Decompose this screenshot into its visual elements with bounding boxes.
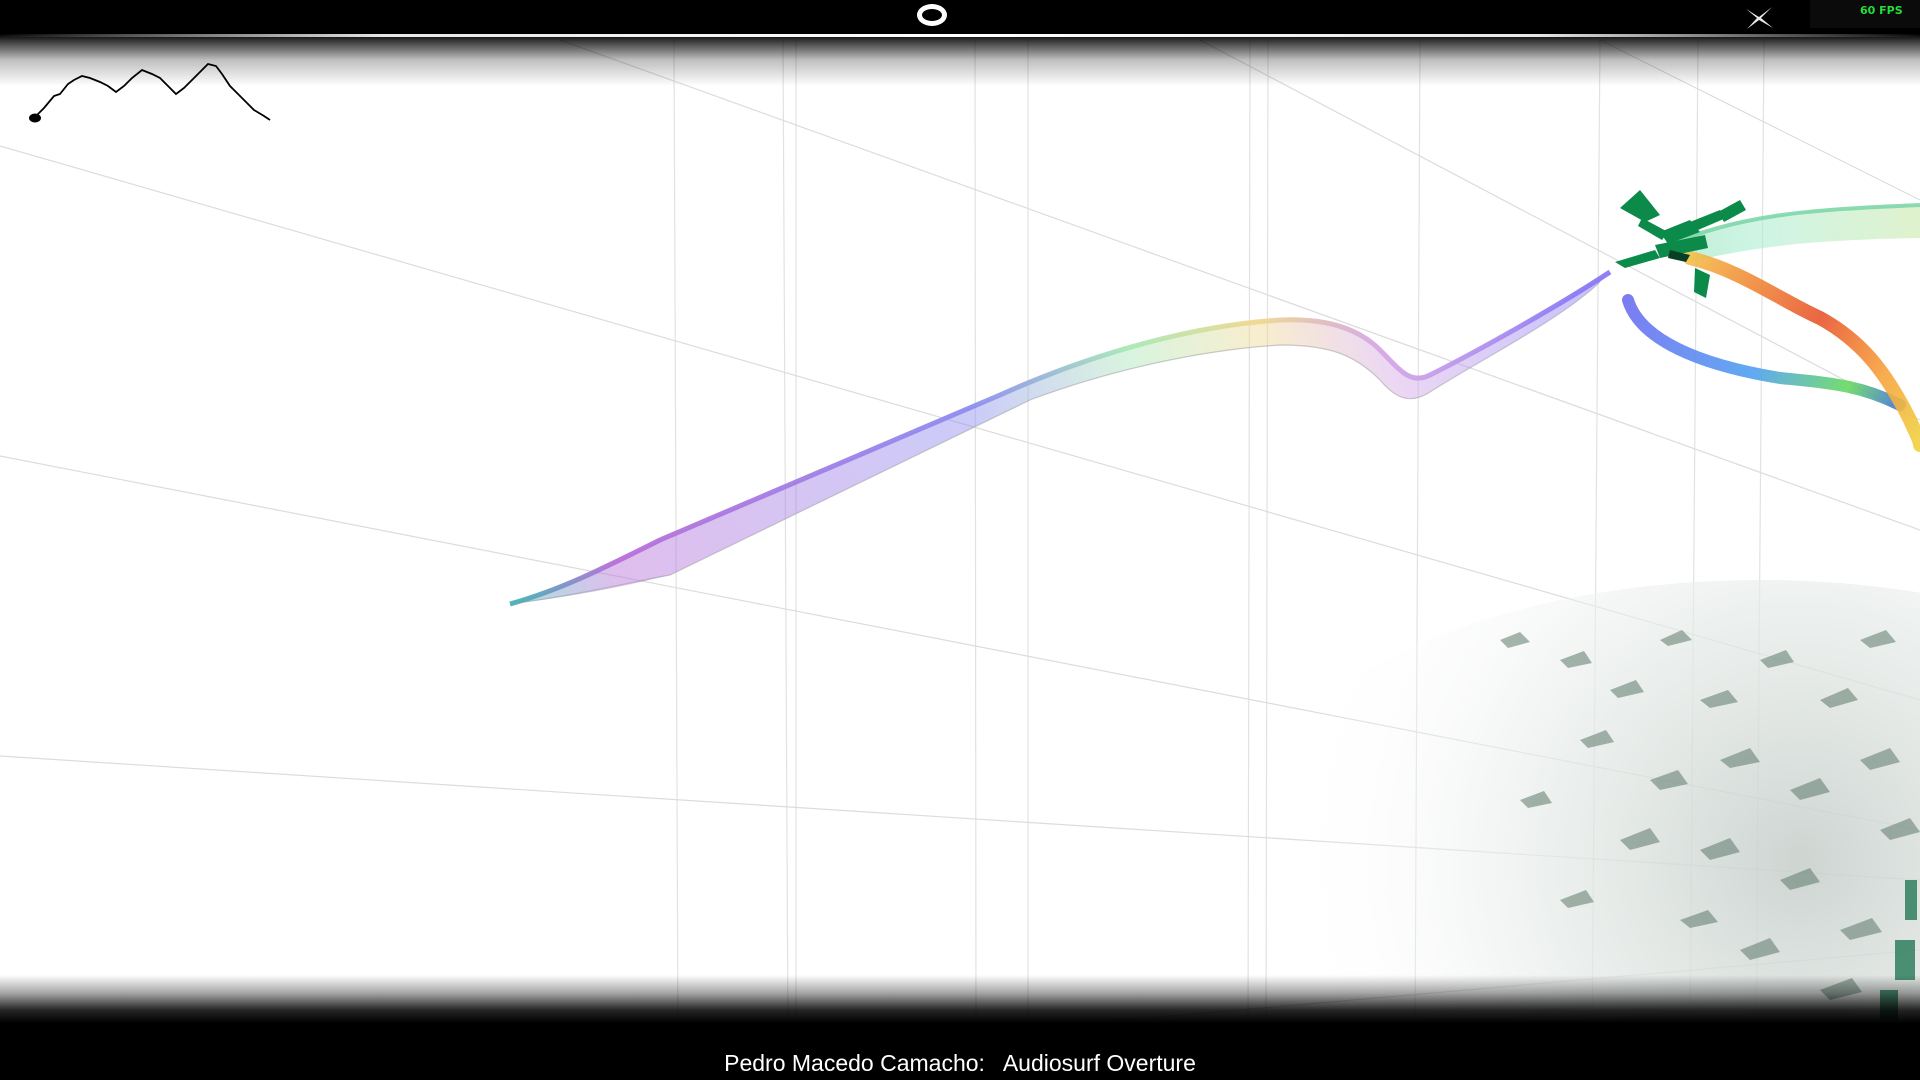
top-hud-divider	[0, 34, 1920, 37]
player-position-marker	[29, 113, 41, 123]
x-icon[interactable]	[1744, 6, 1774, 30]
song-separator	[985, 1050, 1003, 1076]
now-playing: Pedro Macedo Camacho: Audiosurf Overture	[0, 1050, 1920, 1077]
song-artist: Pedro Macedo Camacho:	[724, 1050, 985, 1076]
track-minimap	[29, 63, 271, 123]
fps-counter: 60 FPS	[1860, 4, 1903, 17]
game-viewport: 60 FPS Pedro Macedo Camacho: Audiosurf O…	[0, 0, 1920, 1080]
ring-icon	[917, 4, 947, 26]
rainbow-track	[509, 203, 1920, 607]
song-title: Audiosurf Overture	[1002, 1050, 1196, 1076]
track-scene	[0, 39, 1920, 1080]
block-field	[1240, 580, 1920, 1080]
